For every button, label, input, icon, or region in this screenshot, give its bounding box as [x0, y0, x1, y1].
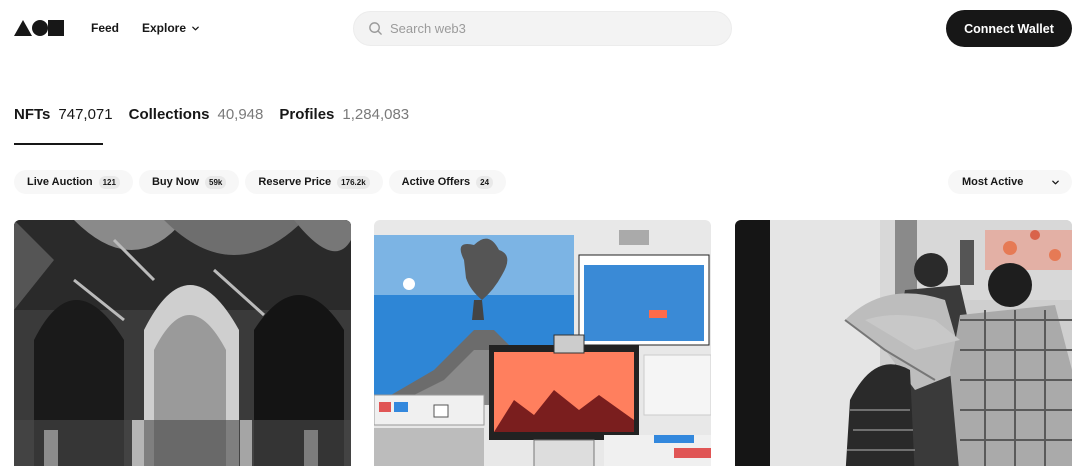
filter-label: Live Auction [27, 176, 93, 188]
search-bar[interactable] [353, 11, 732, 46]
filter-count-badge: 121 [98, 175, 120, 189]
filter-label: Reserve Price [258, 176, 332, 188]
volcano-collage-artwork [374, 220, 711, 466]
sort-dropdown[interactable]: Most Active [948, 170, 1072, 194]
tab-nfts[interactable]: NFTs 747,071 [14, 106, 113, 123]
header: Feed Explore Connect Wallet [0, 0, 1088, 58]
filter-live-auction[interactable]: Live Auction 121 [14, 170, 133, 194]
nft-card-image[interactable] [735, 220, 1072, 466]
mosque-arches-artwork [14, 220, 351, 466]
filter-active-offers[interactable]: Active Offers 24 [388, 170, 507, 194]
nav-explore-label: Explore [142, 21, 187, 35]
tab-count: 40,948 [217, 106, 264, 123]
connect-wallet-button[interactable]: Connect Wallet [946, 10, 1072, 47]
shapes-logo-icon[interactable] [14, 20, 64, 36]
nav-feed-link[interactable]: Feed [91, 21, 119, 35]
tab-collections[interactable]: Collections 40,948 [129, 106, 264, 123]
active-tab-underline [14, 143, 103, 145]
tab-label: Profiles [279, 106, 335, 123]
search-input[interactable] [390, 21, 690, 36]
filter-buy-now[interactable]: Buy Now 59k [138, 170, 240, 194]
search-icon [369, 22, 382, 35]
tab-profiles[interactable]: Profiles 1,284,083 [279, 106, 409, 123]
filter-bar: Live Auction 121 Buy Now 59k Reserve Pri… [14, 170, 512, 194]
tab-label: NFTs [14, 106, 51, 123]
filter-label: Active Offers [401, 176, 471, 188]
tab-count: 1,284,083 [342, 106, 410, 123]
tab-label: Collections [128, 106, 210, 123]
filter-count-badge: 59k [205, 175, 227, 189]
sort-label: Most Active [962, 176, 1024, 188]
filter-label: Buy Now [151, 176, 200, 188]
filter-count-badge: 176.2k [337, 175, 370, 189]
street-photo-artwork [735, 220, 1072, 466]
category-tabs: NFTs 747,071 Collections 40,948 Profiles… [14, 106, 425, 123]
chevron-down-icon [1052, 180, 1059, 184]
tab-count: 747,071 [58, 106, 113, 123]
nft-card-image[interactable] [14, 220, 351, 466]
filter-count-badge: 24 [476, 175, 494, 189]
filter-reserve-price[interactable]: Reserve Price 176.2k [245, 170, 383, 194]
nav-explore-menu[interactable]: Explore [142, 21, 200, 35]
nft-card-image[interactable] [374, 220, 711, 466]
chevron-down-icon [192, 26, 199, 30]
